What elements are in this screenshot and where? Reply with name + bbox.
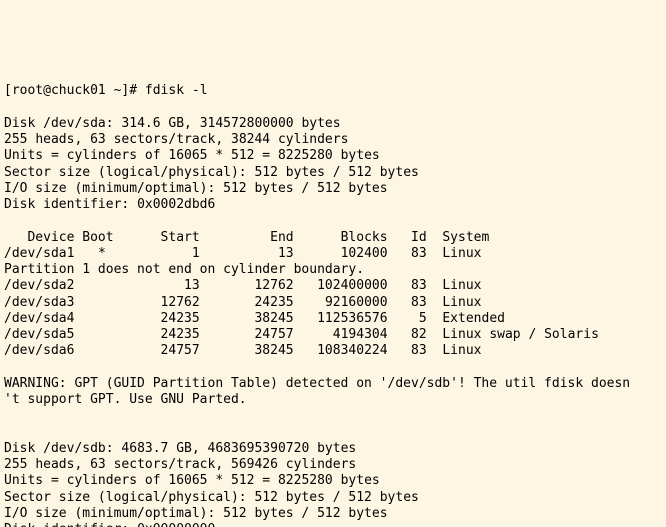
boundary-note: Partition 1 does not end on cylinder bou… [4,262,364,277]
command: fdisk -l [145,83,208,98]
disk-id-sdb: Disk identifier: 0x00000000 [4,522,215,527]
disk-header-sda: Disk /dev/sda: 314.6 GB, 314572800000 by… [4,116,341,131]
prompt-line[interactable]: [root@chuck01 ~]# fdisk -l [4,83,208,98]
io-size-sda: I/O size (minimum/optimal): 512 bytes / … [4,181,388,196]
disk-id-sda: Disk identifier: 0x0002dbd6 [4,197,215,212]
table-row: /dev/sda1 * 1 13 102400 83 Linux [4,246,482,261]
table-row: /dev/sda5 24235 24757 4194304 82 Linux s… [4,327,599,342]
sector-size-sdb: Sector size (logical/physical): 512 byte… [4,490,419,505]
table-row: /dev/sda4 24235 38245 112536576 5 Extend… [4,311,505,326]
table-row: /dev/sda6 24757 38245 108340224 83 Linux [4,343,482,358]
table-header: Device Boot Start End Blocks Id System [4,230,489,245]
io-size-sdb: I/O size (minimum/optimal): 512 bytes / … [4,506,388,521]
terminal-output: [root@chuck01 ~]# fdisk -l Disk /dev/sda… [0,81,666,527]
gpt-warning: WARNING: GPT (GUID Partition Table) dete… [4,376,630,407]
geometry-sda: 255 heads, 63 sectors/track, 38244 cylin… [4,132,348,147]
geometry-sdb: 255 heads, 63 sectors/track, 569426 cyli… [4,457,356,472]
table-row: /dev/sda3 12762 24235 92160000 83 Linux [4,295,482,310]
sector-size-sda: Sector size (logical/physical): 512 byte… [4,165,419,180]
units-sda: Units = cylinders of 16065 * 512 = 82252… [4,148,380,163]
units-sdb: Units = cylinders of 16065 * 512 = 82252… [4,473,380,488]
table-row: /dev/sda2 13 12762 102400000 83 Linux [4,278,482,293]
disk-header-sdb: Disk /dev/sdb: 4683.7 GB, 4683695390720 … [4,441,356,456]
